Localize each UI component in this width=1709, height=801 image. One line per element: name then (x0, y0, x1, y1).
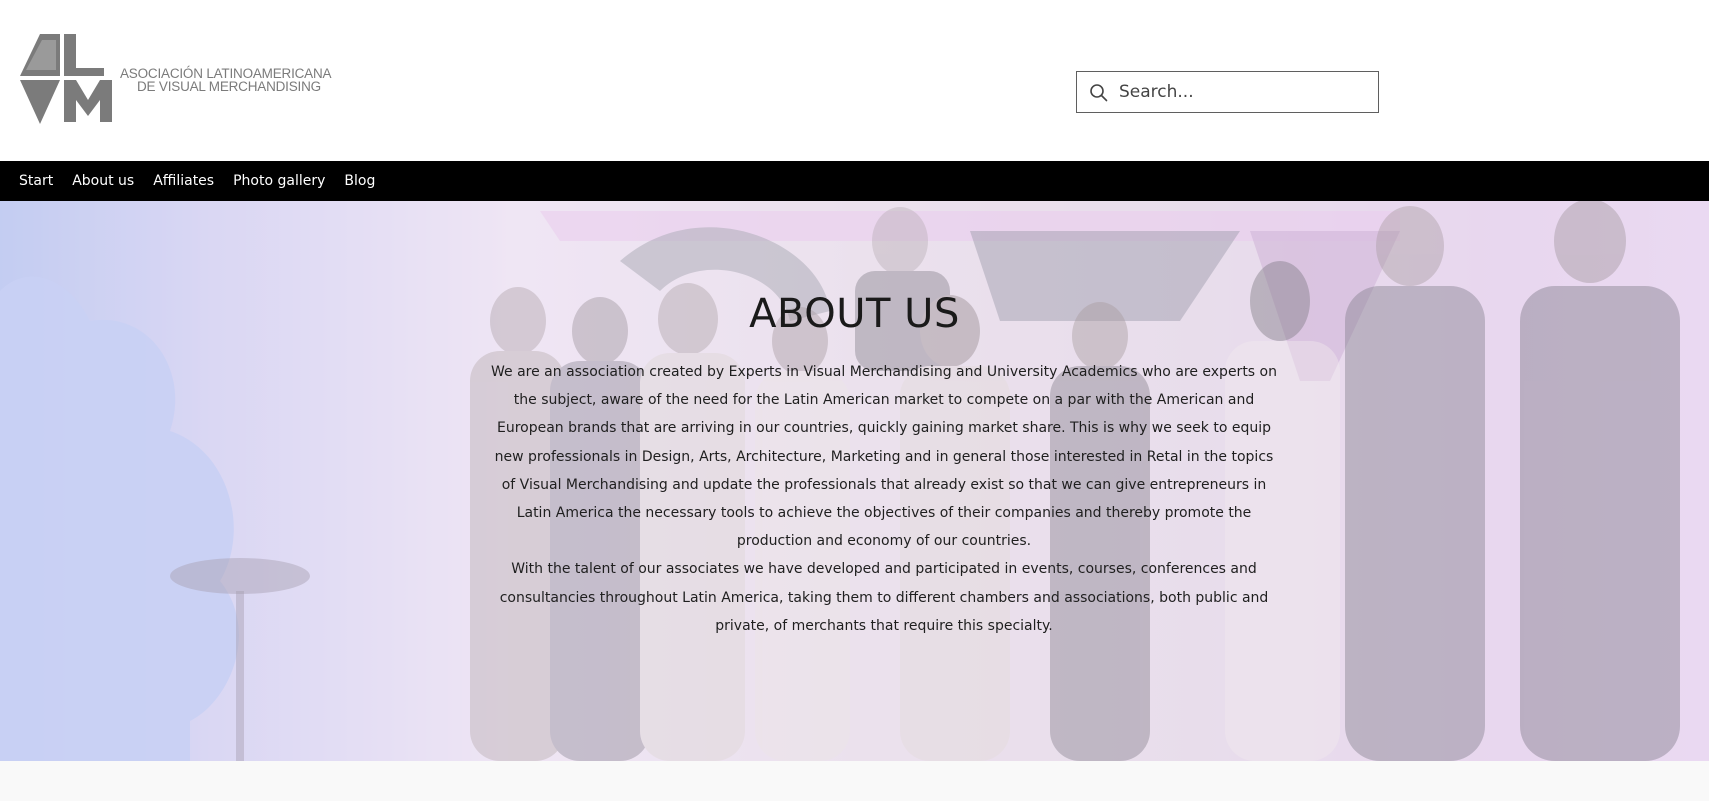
nav-item-start[interactable]: Start (19, 173, 53, 189)
nav-item-photo-gallery[interactable]: Photo gallery (233, 173, 325, 189)
about-text: We are an association created by Experts… (488, 358, 1280, 640)
nav-item-blog[interactable]: Blog (344, 173, 375, 189)
search-icon[interactable] (1089, 82, 1109, 102)
about-paragraph-1: We are an association created by Experts… (490, 364, 1277, 550)
about-paragraph-2: With the talent of our associates we hav… (499, 561, 1269, 634)
logo-line-2: DE VISUAL MERCHANDISING (137, 79, 321, 94)
search-input[interactable] (1119, 82, 1369, 102)
site-logo[interactable]: ASOCIACIÓN LATINOAMERICANA DE VISUAL MER… (20, 34, 340, 126)
logo-wordmark: ASOCIACIÓN LATINOAMERICANA DE VISUAL MER… (120, 67, 332, 94)
logo-mark-icon (20, 34, 112, 124)
nav-item-about-us[interactable]: About us (72, 173, 134, 189)
nav-item-affiliates[interactable]: Affiliates (153, 173, 214, 189)
page-title: ABOUT US (749, 290, 960, 337)
search-box[interactable] (1076, 71, 1379, 113)
next-section-strip (0, 761, 1709, 801)
main-nav: Start About us Affiliates Photo gallery … (0, 161, 1709, 201)
site-header: ASOCIACIÓN LATINOAMERICANA DE VISUAL MER… (0, 0, 1709, 161)
about-hero: ABOUT US We are an association created b… (0, 201, 1709, 761)
